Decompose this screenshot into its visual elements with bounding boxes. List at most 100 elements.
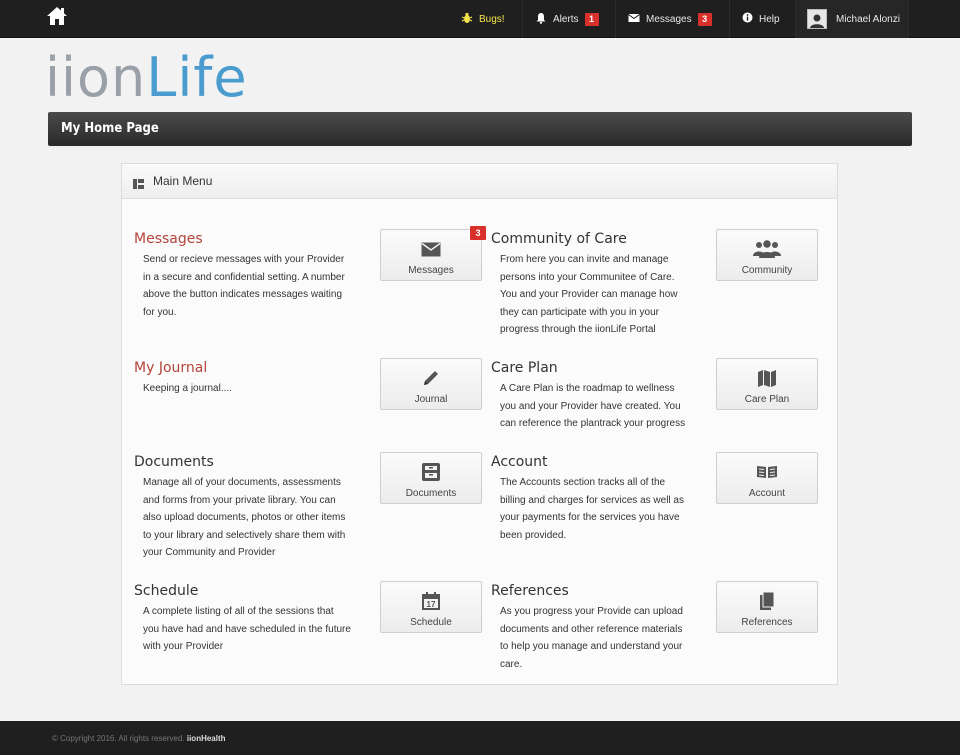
desc-line: From here you can invite and manage [500,254,669,265]
archive-icon [381,462,481,482]
schedule-section-title: Schedule [134,583,199,599]
desc-line: can reference the plantrack your progres… [500,418,686,430]
envelope-icon [628,13,640,26]
community-section-title: Community of Care [491,231,627,247]
help-link[interactable]: Help [742,0,780,38]
desc-line: you and your Provider have created. You [500,400,681,412]
logo-text-part1: ii [45,46,78,109]
desc-line: care. [500,658,523,670]
home-icon[interactable] [46,6,68,26]
desc-line: Send or recieve messages with your Provi… [143,254,345,265]
alerts-link[interactable]: Alerts 1 [535,0,599,38]
logo-text-part3: Life [146,46,248,109]
documents-button[interactable]: Documents [380,452,482,504]
account-button[interactable]: Account [716,452,818,504]
bell-icon [535,12,547,27]
references-section-desc: As you progress your Provide can upload … [500,603,683,673]
page-title-bar: My Home Page [48,112,912,146]
desc-line: You and your Provider can manage how [500,289,678,301]
copy-icon [717,591,817,611]
pencil-icon [381,368,481,388]
footer-brand-link[interactable]: iionHealth [187,734,226,743]
copyright-label: © Copyright 2016. All rights reserved. [52,734,185,743]
users-icon [717,239,817,259]
messages-section-desc: Send or recieve messages with your Provi… [143,251,345,321]
schedule-section-desc: A complete listing of all of the session… [143,603,351,656]
iionlife-logo: iionLife [45,48,248,108]
messages-badge: 3 [470,226,486,240]
desc-line: to your library and selectively share th… [143,529,346,541]
references-button-label: References [741,617,793,628]
desc-line: for you. [143,306,177,318]
desc-line: A Care Plan is the roadmap to wellness [500,383,675,394]
desc-line: Manage all of your documents, assessment… [143,477,341,488]
copyright-text: © Copyright 2016. All rights reserved. i… [52,734,226,743]
messages-section-title: Messages [134,231,203,247]
desc-line: you have had and have scheduled in the f… [143,623,351,635]
desc-line: to help you manage and understand your [500,641,683,653]
community-button-label: Community [741,265,793,276]
desc-line: persons into your Communitee of Care. [500,271,675,283]
care-plan-section-title: Care Plan [491,360,558,376]
bugs-label: Bugs! [479,13,505,25]
desc-line: documents and other reference materials [500,623,683,635]
desc-line: As you progress your Provide can upload [500,606,683,617]
ledger-icon [717,462,817,482]
desc-line: with your Provider [143,641,224,653]
journal-button-label: Journal [414,394,448,405]
journal-section-desc: Keeping a journal.... [143,380,232,398]
page-title: My Home Page [61,121,159,136]
logo-text-part2: on [77,46,147,109]
top-navbar: Bugs! Alerts 1 Messages 3 Help Michael A… [0,0,960,38]
help-label: Help [759,13,780,25]
envelope-icon [381,239,481,259]
messages-button[interactable]: Messages [380,229,482,281]
documents-button-label: Documents [405,488,457,499]
desc-line: The Accounts section tracks all of the [500,477,666,488]
journal-button[interactable]: Journal [380,358,482,410]
care-plan-section-desc: A Care Plan is the roadmap to wellness y… [500,380,685,433]
desc-line: Keeping a journal.... [143,383,232,394]
bugs-link[interactable]: Bugs! [461,0,505,38]
schedule-button[interactable]: 17 Schedule [380,581,482,633]
account-button-label: Account [748,488,786,499]
alerts-count-badge: 1 [584,12,599,26]
panel-header: Main Menu [122,164,837,199]
desc-line: in a secure and confidential setting. A … [143,271,345,283]
map-icon [717,368,817,388]
alerts-label: Alerts [553,13,579,25]
desc-line: above the button indicates messages wait… [143,289,343,301]
desc-line: your payments for the services you have [500,512,680,524]
calendar-day-text: 17 [427,600,436,609]
messages-count-badge: 3 [697,12,712,26]
documents-section-title: Documents [134,454,214,470]
user-menu[interactable]: Michael Alonzi [796,0,908,38]
avatar [807,9,827,29]
messages-link[interactable]: Messages 3 [628,0,712,38]
desc-line: been provided. [500,529,567,541]
calendar-icon: 17 [381,591,481,611]
account-section-title: Account [491,454,548,470]
care-plan-button-label: Care Plan [744,394,790,405]
messages-label: Messages [646,13,692,25]
documents-section-desc: Manage all of your documents, assessment… [143,474,345,562]
care-plan-button[interactable]: Care Plan [716,358,818,410]
desc-line: also upload documents, photos or other i… [143,512,346,524]
desc-line: and forms from your private library. You… [143,494,336,506]
user-name: Michael Alonzi [836,13,900,25]
account-section-desc: The Accounts section tracks all of the b… [500,474,684,544]
references-button[interactable]: References [716,581,818,633]
info-icon [742,12,753,26]
panel-title: Main Menu [153,174,213,188]
desc-line: your Community and Provider [143,547,276,559]
desc-line: they can participate with you in your [500,306,659,318]
grid-icon [133,176,144,194]
desc-line: progress through the iionLife Portal [500,324,656,336]
footer: © Copyright 2016. All rights reserved. i… [0,721,960,755]
community-section-desc: From here you can invite and manage pers… [500,251,678,339]
community-button[interactable]: Community [716,229,818,281]
messages-button-label: Messages [408,265,454,276]
desc-line: A complete listing of all of the session… [143,606,334,617]
references-section-title: References [491,583,569,599]
schedule-button-label: Schedule [410,617,452,628]
